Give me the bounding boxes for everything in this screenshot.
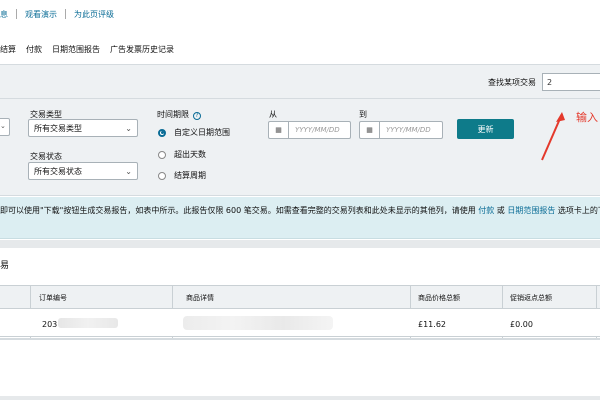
table-bottom-border	[0, 338, 600, 340]
redacted-product-details	[183, 316, 333, 330]
date-range-report-link[interactable]: 日期范围报告	[507, 206, 555, 215]
info-banner: 即可以使用"下载"按钮生成交易报告，如表中所示。此报告仅限 600 笔交易。如需…	[0, 197, 600, 239]
time-period-label: 时间期限?	[157, 109, 201, 120]
from-date-input[interactable]: ▦ YYYY/MM/DD	[268, 121, 351, 139]
rate-page-link[interactable]: 为此页评级	[74, 9, 114, 20]
chevron-down-icon: ⌄	[125, 123, 132, 133]
header-promo-rebate-total[interactable]: 促销返点总额	[510, 293, 552, 303]
banner-text-2: 选项卡上的下	[557, 206, 600, 215]
section-separator	[0, 240, 600, 248]
to-date-placeholder: YYYY/MM/DD	[386, 126, 431, 134]
tab-settlement[interactable]: 结算	[0, 44, 16, 55]
link-separator	[65, 9, 66, 19]
to-date-input[interactable]: ▦ YYYY/MM/DD	[359, 121, 443, 139]
transaction-type-select[interactable]: 所有交易类型 ⌄	[28, 119, 138, 137]
tab-payments[interactable]: 付款	[26, 44, 42, 55]
transaction-status-label: 交易状态	[30, 152, 62, 161]
price-total-value: £11.62	[418, 320, 446, 329]
help-icon[interactable]: ?	[193, 111, 201, 120]
header-product-details[interactable]: 商品详情	[186, 293, 214, 303]
to-label: 到	[359, 110, 367, 119]
find-transaction: 查找某项交易 2	[488, 73, 600, 91]
page-bottom-strip	[0, 396, 600, 400]
find-transaction-input[interactable]: 2	[542, 73, 600, 91]
from-date-placeholder: YYYY/MM/DD	[295, 126, 340, 134]
promo-total-value: £0.00	[510, 320, 533, 329]
radio-custom-date-range[interactable]: 自定义日期范围	[158, 127, 230, 138]
annotation-arrow-icon	[541, 112, 565, 161]
banner-text-mid: 或	[494, 206, 508, 215]
chevron-down-icon: ⌄	[0, 122, 6, 130]
radio-label: 超出天数	[174, 150, 206, 159]
payments-link[interactable]: 付款	[478, 206, 494, 215]
transaction-status-select[interactable]: 所有交易状态 ⌄	[28, 162, 138, 180]
banner-text-1: 即可以使用"下载"按钮生成交易报告，如表中所示。此报告仅限 600 笔交易。如需…	[0, 206, 479, 215]
redacted-order-id	[58, 318, 118, 328]
section-title: 易	[0, 261, 10, 271]
info-banner-text: 即可以使用"下载"按钮生成交易报告，如表中所示。此报告仅限 600 笔交易。如需…	[0, 205, 600, 216]
link-separator	[16, 9, 17, 19]
top-links-bar: 息 观看演示 为此页评级	[0, 0, 600, 28]
order-id-link[interactable]: 203	[42, 320, 57, 329]
calendar-icon[interactable]: ▦	[360, 122, 380, 138]
find-transaction-label: 查找某项交易	[488, 77, 536, 87]
annotation-text: 输入	[576, 111, 598, 124]
header-order-id[interactable]: 订单编号	[39, 293, 67, 303]
from-label: 从	[269, 110, 277, 119]
filter-divider	[0, 98, 600, 99]
tab-date-range-reports[interactable]: 日期范围报告	[52, 44, 100, 55]
report-tabs: 结算 付款 日期范围报告 广告发票历史记录	[0, 40, 184, 58]
update-button[interactable]: 更新	[457, 119, 514, 139]
time-period-label-text: 时间期限	[157, 110, 189, 119]
header-product-price-total[interactable]: 商品价格总额	[418, 293, 460, 303]
radio-past-days[interactable]: 超出天数	[158, 149, 206, 160]
radio-label: 自定义日期范围	[174, 128, 230, 137]
calendar-icon[interactable]: ▦	[269, 122, 289, 138]
transaction-type-value: 所有交易类型	[34, 123, 82, 133]
radio-selected-icon[interactable]	[158, 128, 166, 137]
chevron-down-icon: ⌄	[125, 166, 132, 176]
radio-unselected-icon[interactable]	[158, 171, 166, 180]
radio-unselected-icon[interactable]	[158, 150, 166, 159]
radio-label: 结算周期	[174, 171, 206, 180]
top-link-info[interactable]: 息	[0, 9, 8, 20]
tab-advertising-invoice-history[interactable]: 广告发票历史记录	[110, 44, 174, 55]
transaction-status-value: 所有交易状态	[34, 166, 82, 176]
watch-demo-link[interactable]: 观看演示	[25, 9, 57, 20]
radio-settlement-period[interactable]: 结算周期	[158, 170, 206, 181]
